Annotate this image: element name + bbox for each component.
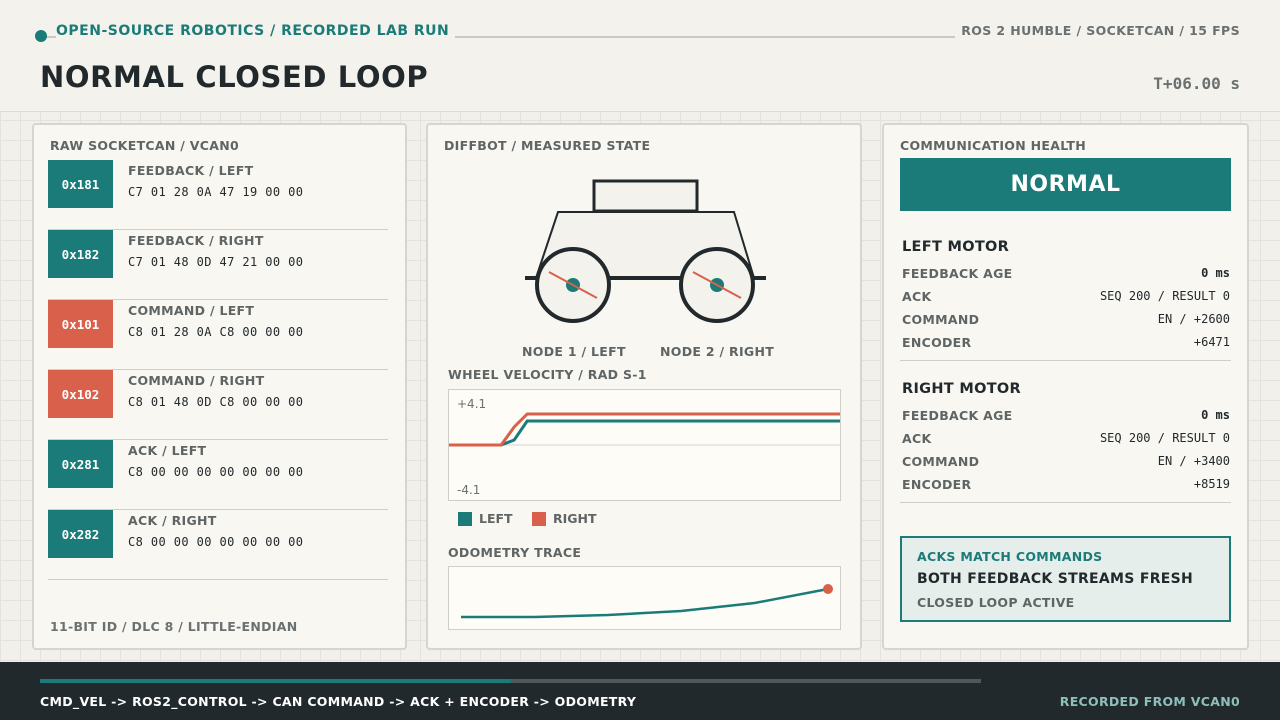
kv-value: SEQ 200 / RESULT 0 bbox=[1099, 289, 1230, 303]
pipeline-progress-fill bbox=[40, 679, 511, 683]
kv-key: ENCODER bbox=[902, 335, 972, 350]
left-feedback-age-row: FEEDBACK AGE 0 ms bbox=[902, 266, 1230, 286]
velocity-chart-title: WHEEL VELOCITY / RAD S-1 bbox=[448, 367, 647, 382]
summary-line-acks: ACKS MATCH COMMANDS bbox=[917, 549, 1103, 564]
communication-health-panel: COMMUNICATION HEALTH NORMAL LEFT MOTOR F… bbox=[882, 123, 1249, 650]
kv-value: +6471 bbox=[1193, 335, 1230, 349]
can-frame-bytes: C7 01 28 0A 47 19 00 00 bbox=[128, 185, 304, 199]
legend-left-swatch bbox=[458, 511, 472, 526]
can-frame-label: FEEDBACK / RIGHT bbox=[128, 233, 264, 248]
can-frame-row: 0x101 COMMAND / LEFT C8 01 28 0A C8 00 00 … bbox=[48, 300, 388, 370]
kv-value: EN / +2600 bbox=[1157, 312, 1230, 326]
series-line-right bbox=[449, 412, 840, 447]
left-wheel-icon bbox=[535, 247, 611, 323]
can-frames-panel: RAW SOCKETCAN / VCAN0 0x181 FEEDBACK / LE… bbox=[32, 123, 407, 650]
can-frame-row: 0x281 ACK / LEFT C8 00 00 00 00 00 00 00 bbox=[48, 440, 388, 510]
can-frame-bytes: C8 00 00 00 00 00 00 00 bbox=[128, 535, 304, 549]
can-frame-label: FEEDBACK / LEFT bbox=[128, 163, 254, 178]
can-frame-bytes: C7 01 48 0D 47 21 00 00 bbox=[128, 255, 304, 269]
kv-key: FEEDBACK AGE bbox=[902, 266, 1013, 281]
header-kicker: OPEN-SOURCE ROBOTICS / RECORDED LAB RUN bbox=[56, 23, 456, 39]
node-right-label: NODE 2 / RIGHT bbox=[660, 344, 775, 359]
y-tick-label: +4.1 bbox=[457, 397, 486, 411]
kv-value: EN / +3400 bbox=[1157, 454, 1230, 468]
diffbot-diagram bbox=[525, 179, 766, 323]
odometry-chart-title: ODOMETRY TRACE bbox=[448, 545, 582, 560]
kv-key: ACK bbox=[902, 431, 932, 446]
divider bbox=[900, 360, 1231, 361]
header-bar: OPEN-SOURCE ROBOTICS / RECORDED LAB RUN … bbox=[0, 0, 1280, 112]
divider bbox=[900, 502, 1231, 503]
health-summary-box: ACKS MATCH COMMANDS BOTH FEEDBACK STREAM… bbox=[900, 536, 1231, 622]
node-left-label: NODE 1 / LEFT bbox=[522, 344, 626, 359]
kv-key: COMMAND bbox=[902, 312, 980, 327]
recording-source: RECORDED FROM VCAN0 bbox=[1059, 694, 1240, 709]
footer-bar: CMD_VEL -> ROS2_CONTROL -> CAN COMMAND -… bbox=[0, 662, 1280, 720]
can-frame-row: 0x181 FEEDBACK / LEFT C7 01 28 0A 47 19 00… bbox=[48, 160, 388, 230]
odometry-trace-line bbox=[461, 587, 829, 619]
can-panel-title: RAW SOCKETCAN / VCAN0 bbox=[50, 138, 239, 153]
odometry-chart bbox=[448, 566, 841, 630]
series-line-left bbox=[449, 419, 840, 447]
can-frame-row: 0x182 FEEDBACK / RIGHT C7 01 48 0D 47 21 0… bbox=[48, 230, 388, 300]
can-frame-bytes: C8 01 48 0D C8 00 00 00 bbox=[128, 395, 304, 409]
right-motor-title: RIGHT MOTOR bbox=[902, 381, 1021, 397]
can-frame-bytes: C8 01 28 0A C8 00 00 00 bbox=[128, 325, 304, 339]
status-badge: NORMAL bbox=[900, 158, 1231, 211]
can-id-badge: 0x281 bbox=[48, 440, 113, 488]
header-stack-info: ROS 2 HUMBLE / SOCKETCAN / 15 FPS bbox=[955, 23, 1240, 38]
kv-key: FEEDBACK AGE bbox=[902, 408, 1013, 423]
legend-right: RIGHT bbox=[532, 511, 597, 526]
pipeline-progress-track bbox=[40, 679, 981, 683]
velocity-chart: +4.1 -4.1 bbox=[448, 389, 841, 501]
left-motor-title: LEFT MOTOR bbox=[902, 239, 1010, 255]
summary-line-feedback: BOTH FEEDBACK STREAMS FRESH bbox=[917, 571, 1194, 587]
can-id-badge: 0x101 bbox=[48, 300, 113, 348]
can-frame-bytes: C8 00 00 00 00 00 00 00 bbox=[128, 465, 304, 479]
can-id-badge: 0x282 bbox=[48, 510, 113, 558]
health-panel-title: COMMUNICATION HEALTH bbox=[900, 138, 1086, 153]
can-frame-label: ACK / LEFT bbox=[128, 443, 207, 458]
can-panel-footer: 11-BIT ID / DLC 8 / LITTLE-ENDIAN bbox=[50, 619, 298, 634]
left-command-row: COMMAND EN / +2600 bbox=[902, 312, 1230, 332]
kv-value: 0 ms bbox=[1201, 266, 1230, 280]
page-title: NORMAL CLOSED LOOP bbox=[40, 60, 429, 94]
right-encoder-row: ENCODER +8519 bbox=[902, 477, 1230, 497]
legend-right-label: RIGHT bbox=[553, 511, 597, 526]
can-frame-label: ACK / RIGHT bbox=[128, 513, 217, 528]
kv-value: 0 ms bbox=[1201, 408, 1230, 422]
can-frame-label: COMMAND / LEFT bbox=[128, 303, 255, 318]
can-frame-label: COMMAND / RIGHT bbox=[128, 373, 265, 388]
kv-value: SEQ 200 / RESULT 0 bbox=[1099, 431, 1230, 445]
legend-left-label: LEFT bbox=[479, 511, 513, 526]
robot-state-panel: DIFFBOT / MEASURED STATE NODE 1 / LEFT N… bbox=[426, 123, 862, 650]
right-command-row: COMMAND EN / +3400 bbox=[902, 454, 1230, 474]
y-tick-label: -4.1 bbox=[457, 483, 480, 497]
kv-key: COMMAND bbox=[902, 454, 980, 469]
status-dot-icon bbox=[35, 30, 47, 42]
summary-line-loop: CLOSED LOOP ACTIVE bbox=[917, 595, 1075, 610]
can-id-badge: 0x102 bbox=[48, 370, 113, 418]
odometry-current-point bbox=[823, 584, 833, 594]
right-ack-row: ACK SEQ 200 / RESULT 0 bbox=[902, 431, 1230, 451]
left-encoder-row: ENCODER +6471 bbox=[902, 335, 1230, 355]
can-id-badge: 0x181 bbox=[48, 160, 113, 208]
legend-right-swatch bbox=[532, 511, 546, 526]
right-feedback-age-row: FEEDBACK AGE 0 ms bbox=[902, 408, 1230, 428]
kv-key: ACK bbox=[902, 289, 932, 304]
can-frame-row: 0x282 ACK / RIGHT C8 00 00 00 00 00 00 00 bbox=[48, 510, 388, 580]
can-frame-row: 0x102 COMMAND / RIGHT C8 01 48 0D C8 00 00… bbox=[48, 370, 388, 440]
legend-left: LEFT bbox=[458, 511, 513, 526]
robot-top-box bbox=[592, 179, 699, 213]
kv-key: ENCODER bbox=[902, 477, 972, 492]
right-wheel-icon bbox=[679, 247, 755, 323]
left-ack-row: ACK SEQ 200 / RESULT 0 bbox=[902, 289, 1230, 309]
kv-value: +8519 bbox=[1193, 477, 1230, 491]
run-clock: T+06.00 s bbox=[1153, 74, 1240, 93]
can-id-badge: 0x182 bbox=[48, 230, 113, 278]
pipeline-text: CMD_VEL -> ROS2_CONTROL -> CAN COMMAND -… bbox=[40, 694, 637, 709]
